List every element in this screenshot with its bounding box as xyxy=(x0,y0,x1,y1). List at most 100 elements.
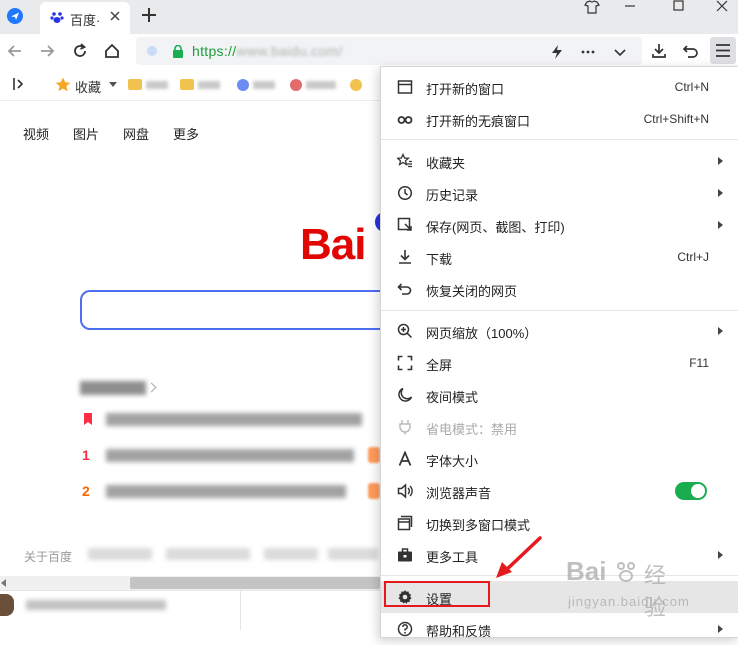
menu-item-shortcut: Ctrl+J xyxy=(677,250,709,264)
back-arrow-icon[interactable] xyxy=(6,42,24,60)
submenu-arrow-icon xyxy=(718,189,723,197)
menu-item-new-incognito-window[interactable]: 打开新的无痕窗口 Ctrl+Shift+N xyxy=(381,103,738,135)
nav-video[interactable]: 视频 xyxy=(23,124,49,143)
bookmark-folder[interactable] xyxy=(180,77,220,91)
menu-item-new-window[interactable]: 打开新的窗口 Ctrl+N xyxy=(381,71,738,103)
site-globe-icon xyxy=(237,78,249,91)
home-icon[interactable] xyxy=(103,42,121,60)
submenu-arrow-icon xyxy=(718,327,723,335)
avatar[interactable] xyxy=(0,594,14,616)
menu-item-more-tools[interactable]: 更多工具 xyxy=(381,539,738,571)
footer-link[interactable] xyxy=(328,548,378,560)
hot-item[interactable] xyxy=(106,485,346,498)
hot-badge xyxy=(368,447,380,463)
tab-title: 百度· xyxy=(70,13,101,28)
news-item[interactable] xyxy=(26,600,166,610)
tab-baidu[interactable]: 百度· xyxy=(40,2,130,34)
hot-item[interactable] xyxy=(106,449,354,462)
lock-icon xyxy=(172,45,184,58)
menu-divider xyxy=(381,139,738,140)
hot-rank: 2 xyxy=(82,483,90,499)
menu-item-label: 切换到多窗口模式 xyxy=(426,518,531,533)
scroll-left-icon[interactable] xyxy=(1,579,6,587)
menu-item-history[interactable]: 历史记录 xyxy=(381,177,738,209)
menu-item-save[interactable]: 保存(网页、截图、打印) xyxy=(381,209,738,241)
menu-item-downloads[interactable]: 下载 Ctrl+J xyxy=(381,241,738,273)
maximize-icon[interactable] xyxy=(668,0,698,14)
toolbox-icon xyxy=(397,547,413,563)
zoom-icon xyxy=(397,323,413,339)
hot-item[interactable] xyxy=(106,413,362,426)
submenu-arrow-icon xyxy=(718,625,723,633)
watermark-paw-icon xyxy=(614,560,638,584)
settings-highlight-box xyxy=(384,581,490,607)
search-input[interactable] xyxy=(80,290,400,330)
sidebar-toggle-icon[interactable] xyxy=(12,77,26,91)
favorites-dropdown-icon[interactable] xyxy=(109,82,117,87)
favorites-star-icon xyxy=(397,153,413,169)
menu-item-help-feedback[interactable]: 帮助和反馈 xyxy=(381,613,738,645)
address-bar[interactable]: https://www.baidu.com/ xyxy=(136,37,642,65)
favorites-label[interactable]: 收藏 xyxy=(75,77,101,96)
menu-item-label: 下载 xyxy=(426,252,453,267)
bookmark-link[interactable] xyxy=(237,77,275,91)
download-tray-icon[interactable] xyxy=(650,42,668,60)
menu-item-night-mode[interactable]: 夜间模式 xyxy=(381,379,738,411)
menu-item-label: 浏览器声音 xyxy=(426,486,492,501)
url-text: https://www.baidu.com/ xyxy=(192,43,343,59)
menu-item-favorites[interactable]: 收藏夹 xyxy=(381,145,738,177)
main-menu-button[interactable] xyxy=(710,37,736,64)
menu-item-zoom[interactable]: 网页缩放（100%） xyxy=(381,315,738,347)
menu-item-browser-sound[interactable]: 浏览器声音 xyxy=(381,475,738,507)
menu-item-label: 夜间模式 xyxy=(426,390,479,405)
chevron-down-icon[interactable] xyxy=(612,44,628,60)
menu-item-label: 省电模式：禁用 xyxy=(426,422,518,437)
favorites-star-icon[interactable] xyxy=(55,77,71,92)
save-page-icon xyxy=(397,217,413,233)
close-window-icon[interactable] xyxy=(712,0,738,14)
scrollbar-thumb[interactable] xyxy=(130,577,380,589)
sound-toggle[interactable] xyxy=(675,482,707,500)
tab-close-icon[interactable] xyxy=(108,9,122,23)
menu-item-font-size[interactable]: 字体大小 xyxy=(381,443,738,475)
baidu-logo[interactable]: Bai xyxy=(300,220,366,270)
footer-link[interactable] xyxy=(88,548,152,560)
menu-item-restore-closed[interactable]: 恢复关闭的网页 xyxy=(381,273,738,305)
folder-icon xyxy=(180,79,194,91)
horizontal-scrollbar[interactable] xyxy=(0,576,380,590)
footer-link[interactable] xyxy=(264,548,318,560)
browser-logo-icon[interactable] xyxy=(7,8,23,24)
lightning-icon[interactable] xyxy=(550,44,564,60)
minimize-icon[interactable] xyxy=(620,0,650,14)
menu-item-label: 收藏夹 xyxy=(426,156,466,171)
footer-about[interactable]: 关于百度 xyxy=(24,548,72,565)
menu-item-label: 历史记录 xyxy=(426,188,479,203)
forward-arrow-icon[interactable] xyxy=(38,42,56,60)
menu-item-shortcut: Ctrl+N xyxy=(674,80,709,94)
bookmark-link[interactable] xyxy=(290,77,336,91)
divider xyxy=(240,590,241,630)
undo-close-icon[interactable] xyxy=(682,42,700,60)
menu-item-multi-window[interactable]: 切换到多窗口模式 xyxy=(381,507,738,539)
fullscreen-icon xyxy=(397,355,413,371)
bookmark-link[interactable] xyxy=(350,77,362,91)
help-icon xyxy=(397,621,413,637)
hot-badge xyxy=(368,483,380,499)
nav-more[interactable]: 更多 xyxy=(173,124,199,143)
site-info-icon[interactable] xyxy=(147,46,157,56)
annotation-arrow-icon xyxy=(490,534,544,582)
baidu-paw-icon xyxy=(50,10,64,24)
new-tab-plus-icon[interactable] xyxy=(140,6,158,24)
more-dots-icon[interactable] xyxy=(580,44,596,60)
nav-images[interactable]: 图片 xyxy=(73,124,99,143)
hot-search-title[interactable] xyxy=(80,381,146,395)
bookmark-folder[interactable] xyxy=(128,77,168,91)
reload-icon[interactable] xyxy=(71,42,89,60)
moon-icon xyxy=(397,387,413,403)
footer-link[interactable] xyxy=(166,548,250,560)
submenu-arrow-icon xyxy=(718,221,723,229)
nav-netdisk[interactable]: 网盘 xyxy=(123,124,149,143)
menu-item-fullscreen[interactable]: 全屏 F11 xyxy=(381,347,738,379)
skin-shirt-icon[interactable] xyxy=(582,0,612,14)
menu-divider xyxy=(381,575,738,576)
